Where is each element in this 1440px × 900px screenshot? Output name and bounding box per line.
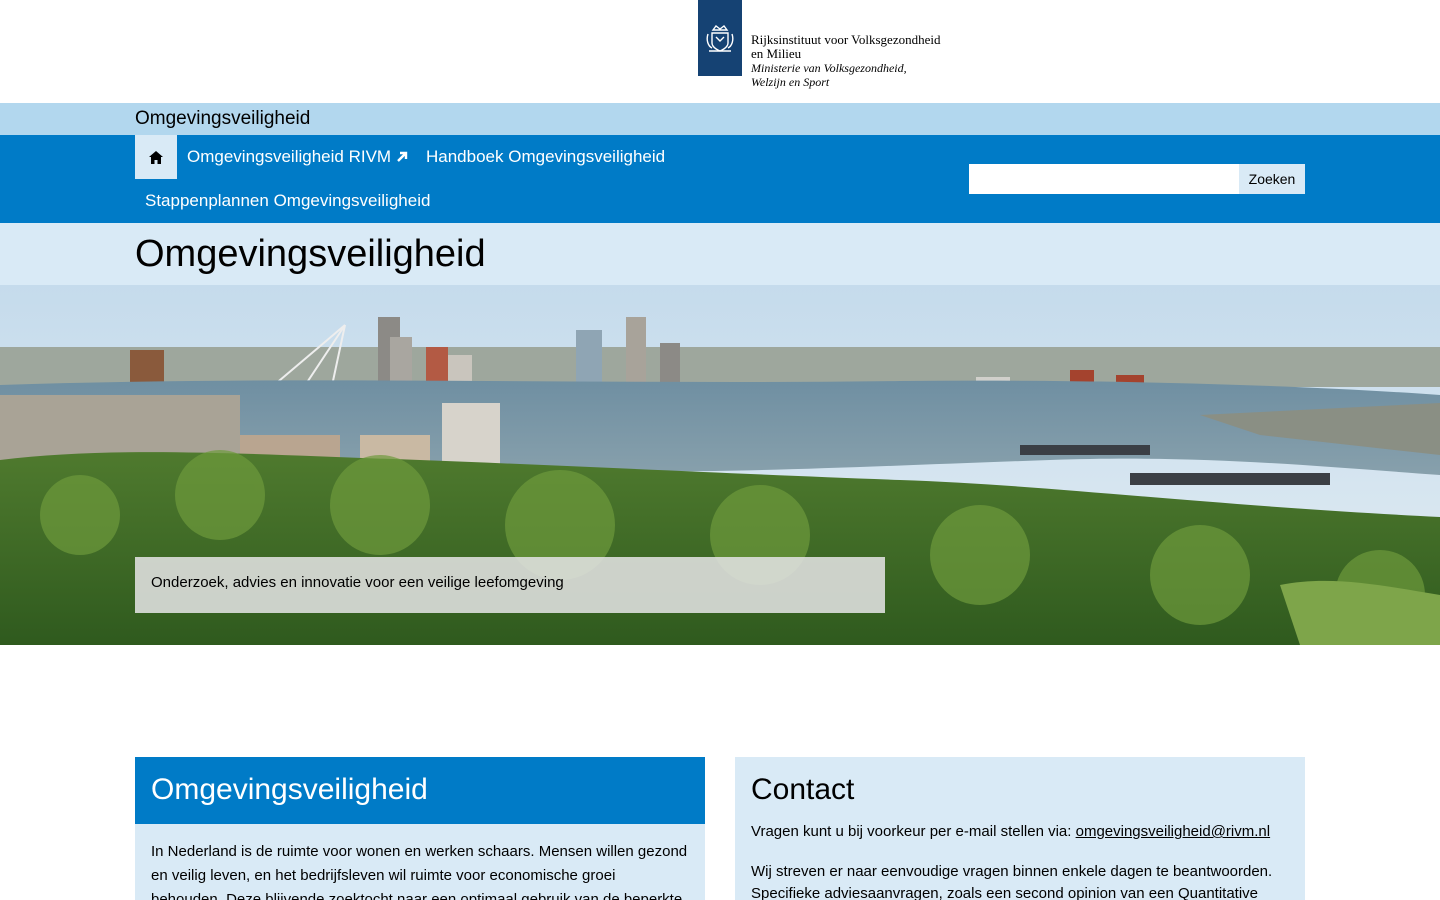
external-link-icon — [397, 151, 408, 162]
crown-lion-emblem-icon — [706, 25, 734, 52]
nav-item-stappenplannen[interactable]: Stappenplannen Omgevingsveiligheid — [145, 191, 430, 211]
logo-line-2: en Milieu — [751, 46, 802, 61]
card-body-text: In Nederland is de ruimte voor wonen en … — [151, 843, 688, 900]
page-title-band: Omgevingsveiligheid — [0, 223, 1440, 285]
contact-title: Contact — [751, 773, 855, 806]
logo-line-3: Ministerie van Volksgezondheid, — [751, 61, 907, 75]
card-contact: Contact Vragen kunt u bij voorkeur per e… — [735, 757, 1305, 900]
nav-item-label: Omgevingsveiligheid RIVM — [187, 147, 392, 166]
home-icon — [149, 150, 163, 164]
hero-caption: Onderzoek, advies en innovatie voor een … — [135, 557, 885, 613]
site-title-bar: Omgevingsveiligheid — [0, 103, 1440, 135]
site-title[interactable]: Omgevingsveiligheid — [135, 108, 310, 130]
contact-intro-text: Vragen kunt u bij voorkeur per e-mail st… — [751, 823, 1076, 840]
search-button[interactable]: Zoeken — [1239, 164, 1305, 194]
main-navigation: Omgevingsveiligheid RIVM Handboek Omgevi… — [0, 135, 1440, 223]
nav-item-omgevingsveiligheid-rivm[interactable]: Omgevingsveiligheid RIVM — [187, 147, 408, 167]
card-title: Omgevingsveiligheid — [151, 773, 428, 806]
contact-intro: Vragen kunt u bij voorkeur per e-mail st… — [751, 821, 1289, 843]
nav-item-handboek[interactable]: Handboek Omgevingsveiligheid — [426, 147, 665, 167]
contact-response-text: Wij streven er naar eenvoudige vragen bi… — [751, 863, 1273, 900]
page-title: Omgevingsveiligheid — [135, 233, 486, 275]
logo-line-4: Welzijn en Sport — [751, 75, 830, 89]
contact-email-link[interactable]: omgevingsveiligheid@rivm.nl — [1076, 823, 1270, 840]
logo-line-1: Rijksinstituut voor Volksgezondheid — [751, 32, 941, 47]
nav-home-button[interactable] — [135, 135, 177, 179]
hero-banner: Onderzoek, advies en innovatie voor een … — [0, 285, 1440, 645]
card-header: Omgevingsveiligheid — [135, 757, 705, 824]
search-input[interactable] — [969, 164, 1239, 194]
logo-emblem[interactable] — [698, 0, 742, 76]
card-omgevingsveiligheid: Omgevingsveiligheid In Nederland is de r… — [135, 757, 705, 900]
logo-wordmark[interactable]: Rijksinstituut voor Volksgezondheid en M… — [751, 32, 941, 90]
site-header: Rijksinstituut voor Volksgezondheid en M… — [0, 0, 1440, 103]
